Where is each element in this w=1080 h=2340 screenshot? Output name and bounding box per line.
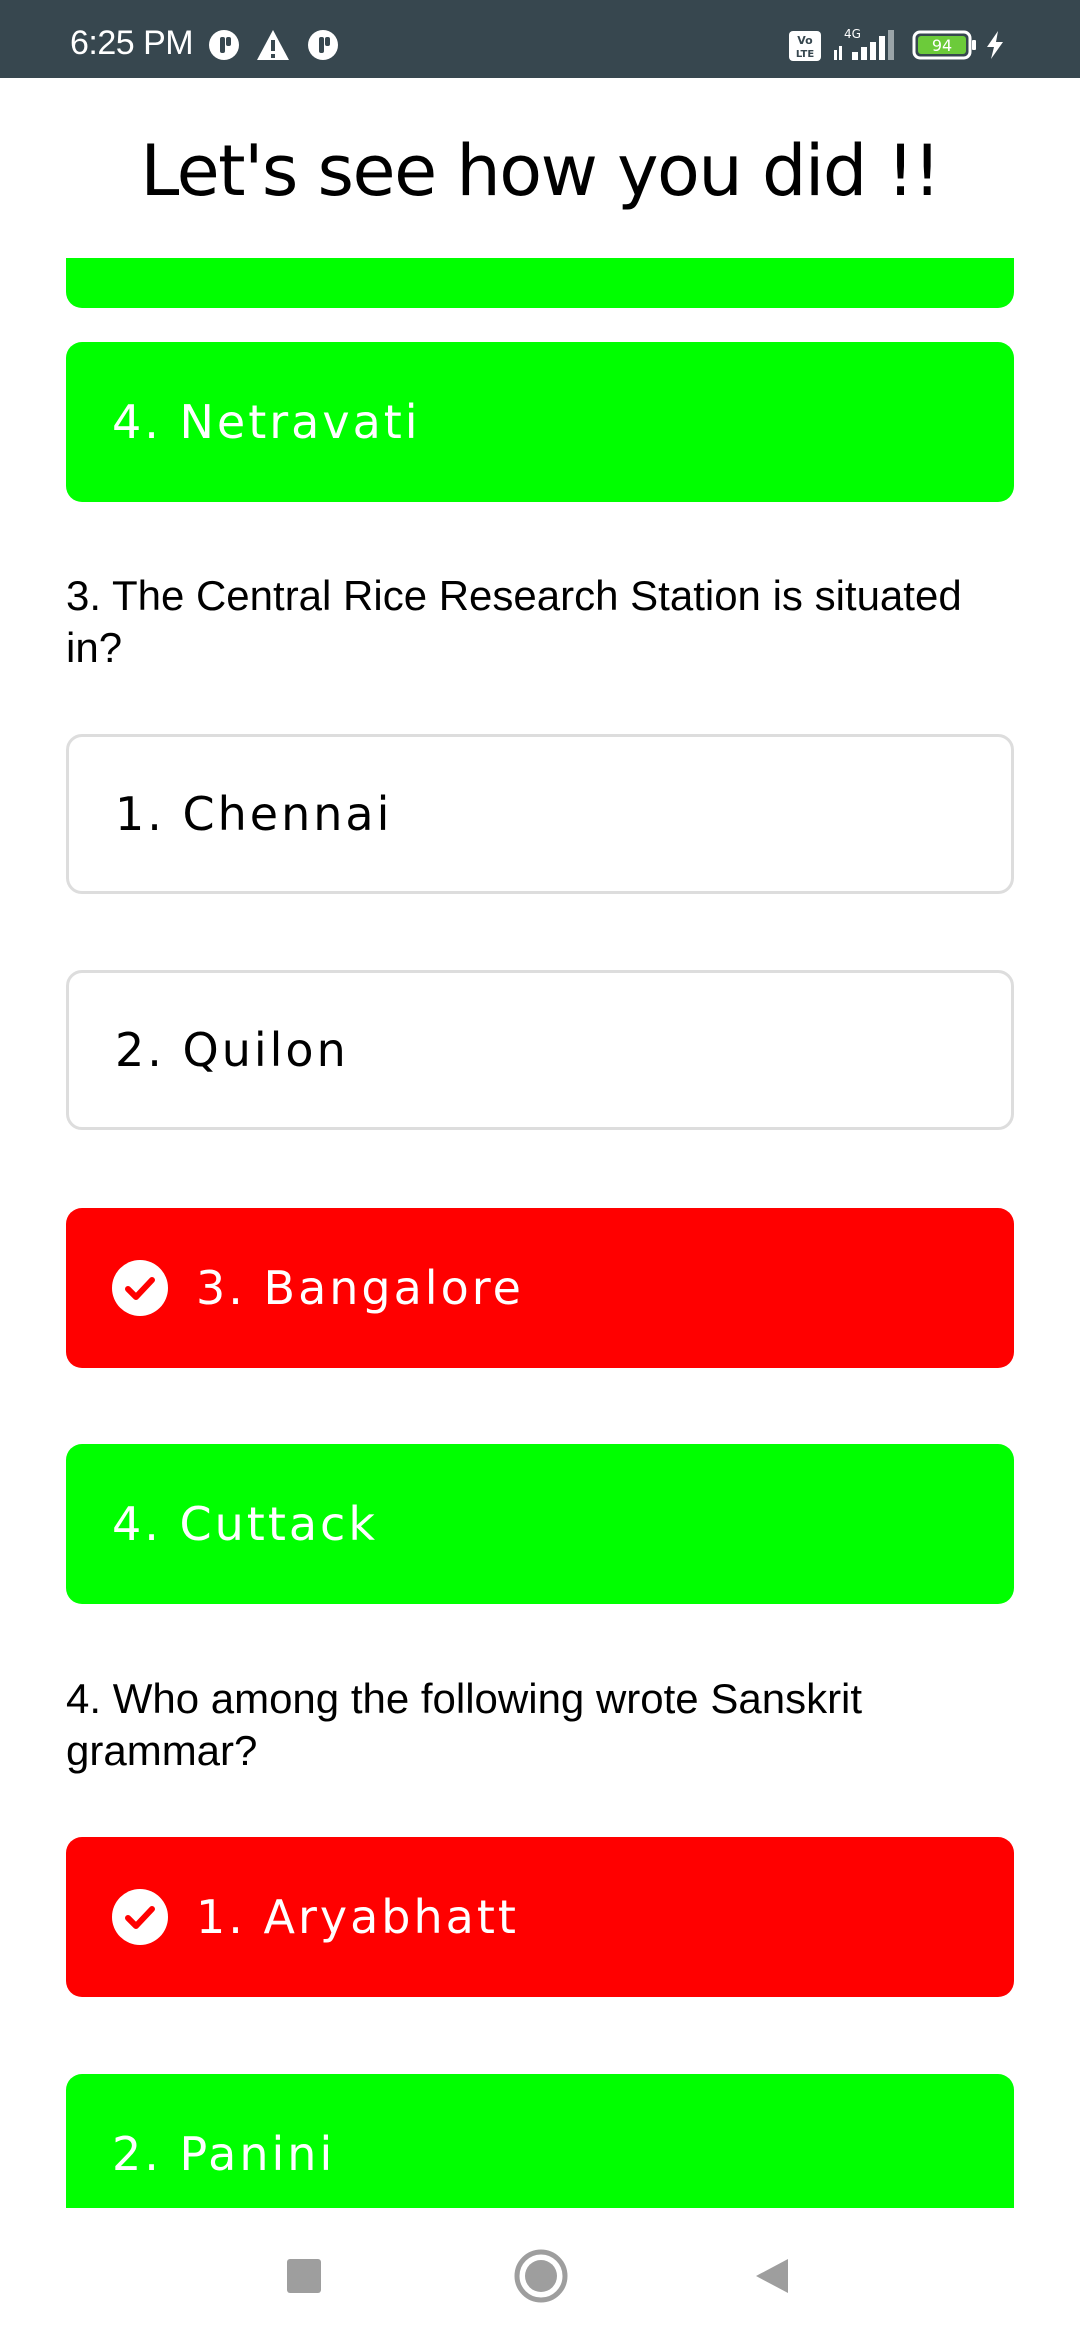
back-triangle-icon[interactable] [752, 2256, 792, 2300]
recents-square-icon[interactable] [284, 2256, 324, 2300]
warning-icon [255, 28, 291, 66]
option-q3-1: 1. Chennai [66, 734, 1014, 894]
results-list[interactable]: 4. Netravati 3. The Central Rice Researc… [0, 258, 1080, 2208]
svg-text:4G: 4G [844, 27, 861, 41]
volte-icon: Vo LTE [788, 30, 822, 66]
check-circle-icon [112, 1889, 168, 1945]
option-q4-1: 1. Aryabhatt [66, 1837, 1014, 1997]
battery-icon: 94 [912, 30, 978, 64]
option-q4-2: 2. Panini [66, 2074, 1014, 2208]
option-partial [66, 258, 1014, 308]
status-time: 6:25 PM [70, 24, 194, 62]
question-3: 3. The Central Rice Research Station is … [66, 572, 962, 671]
svg-text:LTE: LTE [796, 49, 815, 60]
option-q3-2: 2. Quilon [66, 970, 1014, 1130]
option-label: 1. Aryabhatt [196, 1890, 519, 1944]
signal-icon: 4G [832, 26, 898, 68]
results-header: Let's see how you did !! [0, 78, 1080, 258]
question-4: 4. Who among the following wrote Sanskri… [66, 1675, 863, 1774]
option-label: 3. Bangalore [196, 1261, 524, 1315]
sync-icon [306, 28, 340, 66]
option-label: 1. Chennai [115, 787, 393, 841]
svg-text:94: 94 [932, 36, 952, 55]
option-label: 2. Panini [112, 2127, 336, 2181]
option-label: 4. Netravati [112, 395, 421, 449]
check-circle-icon [112, 1260, 168, 1316]
system-nav-bar [0, 2208, 1080, 2340]
option-label: 4. Cuttack [112, 1497, 378, 1551]
option-q3-4: 4. Cuttack [66, 1444, 1014, 1604]
option-label: 2. Quilon [115, 1023, 349, 1077]
option-q2-4: 4. Netravati [66, 342, 1014, 502]
option-q3-3: 3. Bangalore [66, 1208, 1014, 1368]
sync-icon [207, 28, 241, 66]
page-title: Let's see how you did !! [140, 130, 941, 212]
svg-text:Vo: Vo [797, 34, 813, 47]
charging-icon [984, 30, 1006, 64]
home-circle-icon[interactable] [513, 2248, 569, 2308]
status-bar: 6:25 PM Vo LTE 4G 94 [0, 0, 1080, 78]
